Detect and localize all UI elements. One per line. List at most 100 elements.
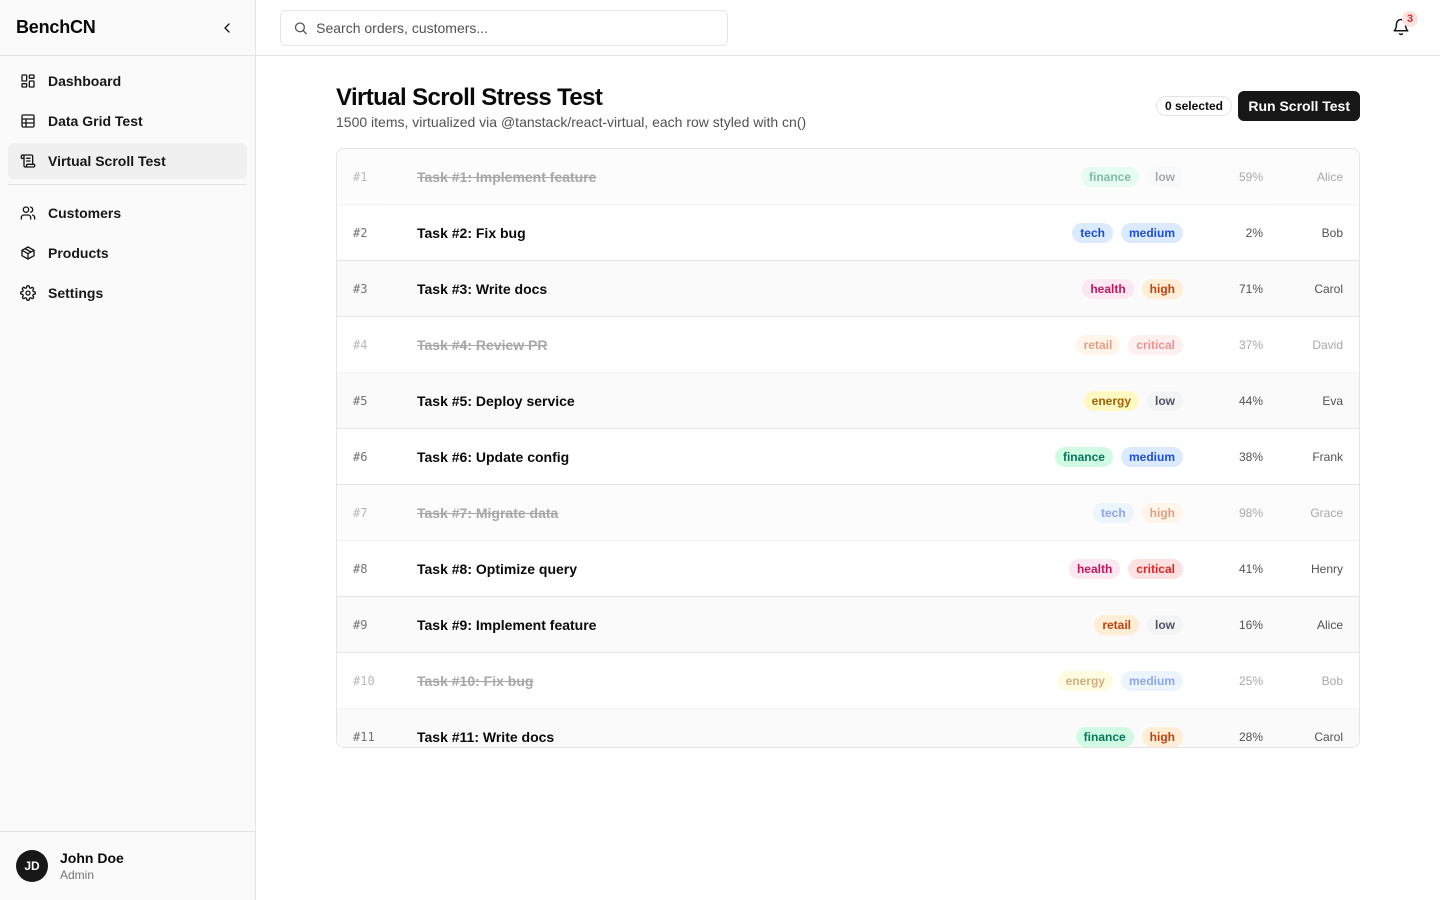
category-badge: finance bbox=[1054, 446, 1113, 467]
page-header: Virtual Scroll Stress Test 1500 items, v… bbox=[336, 56, 1360, 148]
users-icon bbox=[20, 205, 36, 221]
progress-value: 37% bbox=[1238, 337, 1263, 352]
top-bar: 3 bbox=[256, 0, 1440, 56]
list-row[interactable]: #3 Task #3: Write docs health high 71% Carol bbox=[337, 261, 1359, 317]
row-number: #8 bbox=[353, 561, 368, 576]
assignee: Carol bbox=[1314, 281, 1343, 296]
sidebar-divider bbox=[8, 184, 247, 185]
collapse-sidebar-button[interactable] bbox=[215, 16, 239, 40]
sidebar-item-products[interactable]: Products bbox=[8, 235, 247, 271]
assignee: Bob bbox=[1321, 225, 1343, 240]
priority-badge: critical bbox=[1128, 334, 1183, 355]
category-badge: energy bbox=[1057, 670, 1113, 691]
sidebar-item-data-grid-test[interactable]: Data Grid Test bbox=[8, 103, 247, 139]
task-title: Task #5: Deploy service bbox=[417, 392, 575, 409]
category-badge: energy bbox=[1083, 390, 1139, 411]
progress-value: 2% bbox=[1245, 225, 1263, 240]
chevron-left-icon bbox=[224, 22, 230, 33]
task-title: Task #3: Write docs bbox=[417, 280, 548, 297]
sidebar-item-label: Data Grid Test bbox=[48, 113, 143, 129]
row-number: #5 bbox=[353, 393, 368, 408]
page-subtitle: 1500 items, virtualized via @tanstack/re… bbox=[336, 114, 807, 130]
list-row[interactable]: #1 Task #1: Implement feature finance low 59… bbox=[337, 149, 1359, 205]
priority-badge: medium bbox=[1120, 222, 1183, 243]
task-title: Task #7: Migrate data bbox=[417, 504, 559, 521]
list-row[interactable]: #11 Task #11: Write docs finance high 28% Car… bbox=[337, 709, 1359, 747]
list-row[interactable]: #2 Task #2: Fix bug tech medium 2% Bob bbox=[337, 205, 1359, 261]
row-tags: tech medium bbox=[1072, 222, 1183, 243]
sidebar-item-label: Dashboard bbox=[48, 73, 122, 89]
task-title: Task #4: Review PR bbox=[417, 336, 548, 353]
row-number: #1 bbox=[353, 169, 368, 184]
notification-count-badge: 3 bbox=[1402, 11, 1418, 27]
avatar: JD bbox=[16, 850, 48, 882]
sidebar-item-dashboard[interactable]: Dashboard bbox=[8, 63, 247, 99]
progress-value: 41% bbox=[1238, 561, 1263, 576]
row-number: #2 bbox=[353, 225, 368, 240]
task-title: Task #2: Fix bug bbox=[417, 224, 526, 241]
package-icon bbox=[20, 245, 36, 261]
assignee: Grace bbox=[1310, 505, 1343, 520]
sidebar-item-settings[interactable]: Settings bbox=[8, 275, 247, 311]
sidebar-item-virtual-scroll-test[interactable]: Virtual Scroll Test bbox=[8, 143, 247, 179]
assignee: Alice bbox=[1316, 617, 1343, 632]
progress-value: 59% bbox=[1238, 169, 1263, 184]
progress-value: 16% bbox=[1238, 617, 1263, 632]
run-scroll-test-button[interactable]: Run Scroll Test bbox=[1238, 91, 1360, 121]
priority-badge: high bbox=[1141, 502, 1183, 523]
priority-badge: critical bbox=[1128, 558, 1183, 579]
assignee: Henry bbox=[1310, 561, 1343, 576]
priority-badge: high bbox=[1141, 278, 1183, 299]
user-role: Admin bbox=[60, 868, 95, 882]
row-number: #11 bbox=[353, 729, 375, 744]
assignee: Bob bbox=[1321, 673, 1343, 688]
search-box[interactable] bbox=[280, 10, 728, 46]
category-badge: tech bbox=[1092, 502, 1134, 523]
row-tags: finance medium bbox=[1054, 446, 1183, 467]
category-badge: finance bbox=[1075, 726, 1134, 747]
list-row[interactable]: #6 Task #6: Update config finance medium 38%… bbox=[337, 429, 1359, 485]
list-row[interactable]: #7 Task #7: Migrate data tech high 98% Grace bbox=[337, 485, 1359, 541]
row-tags: energy medium bbox=[1057, 670, 1183, 691]
user-profile[interactable]: JD John Doe Admin bbox=[0, 831, 256, 900]
progress-value: 28% bbox=[1238, 729, 1263, 744]
sidebar-item-label: Customers bbox=[48, 205, 122, 221]
search-input[interactable] bbox=[316, 20, 715, 36]
row-number: #3 bbox=[353, 281, 368, 296]
priority-badge: medium bbox=[1120, 670, 1183, 691]
task-title: Task #6: Update config bbox=[417, 448, 570, 465]
progress-value: 25% bbox=[1238, 673, 1263, 688]
row-tags: health high bbox=[1082, 278, 1183, 299]
assignee: Alice bbox=[1316, 169, 1343, 184]
row-number: #9 bbox=[353, 617, 368, 632]
scroll-icon bbox=[20, 153, 36, 169]
virtual-list[interactable]: #1 Task #1: Implement feature finance low 59… bbox=[336, 148, 1360, 748]
page-title: Virtual Scroll Stress Test bbox=[336, 84, 603, 111]
category-badge: health bbox=[1082, 278, 1134, 299]
search-icon bbox=[294, 22, 307, 35]
row-tags: retail critical bbox=[1075, 334, 1183, 355]
list-row[interactable]: #10 Task #10: Fix bug energy medium 25% Bob bbox=[337, 653, 1359, 709]
priority-badge: low bbox=[1147, 390, 1183, 411]
category-badge: tech bbox=[1072, 222, 1113, 243]
list-row[interactable]: #4 Task #4: Review PR retail critical 37% Dav… bbox=[337, 317, 1359, 373]
category-badge: health bbox=[1068, 558, 1121, 579]
list-row[interactable]: #5 Task #5: Deploy service energy low 44% Eva bbox=[337, 373, 1359, 429]
list-row[interactable]: #8 Task #8: Optimize query health critical 4… bbox=[337, 541, 1359, 597]
sidebar-item-customers[interactable]: Customers bbox=[8, 195, 247, 231]
sidebar-nav: Dashboard Data Grid Test Virtual Scroll … bbox=[0, 56, 255, 311]
row-number: #6 bbox=[353, 449, 368, 464]
list-row[interactable]: #9 Task #9: Implement feature retail low 16%… bbox=[337, 597, 1359, 653]
priority-badge: low bbox=[1147, 614, 1183, 635]
sidebar-header: BenchCN bbox=[0, 0, 255, 56]
row-number: #4 bbox=[353, 337, 368, 352]
category-badge: retail bbox=[1075, 334, 1121, 355]
assignee: Eva bbox=[1322, 393, 1343, 408]
priority-badge: medium bbox=[1120, 446, 1183, 467]
task-title: Task #9: Implement feature bbox=[417, 616, 597, 633]
progress-value: 44% bbox=[1238, 393, 1263, 408]
task-title: Task #11: Write docs bbox=[417, 728, 555, 745]
row-number: #7 bbox=[353, 505, 368, 520]
progress-value: 98% bbox=[1238, 505, 1263, 520]
gear-icon bbox=[20, 285, 36, 301]
